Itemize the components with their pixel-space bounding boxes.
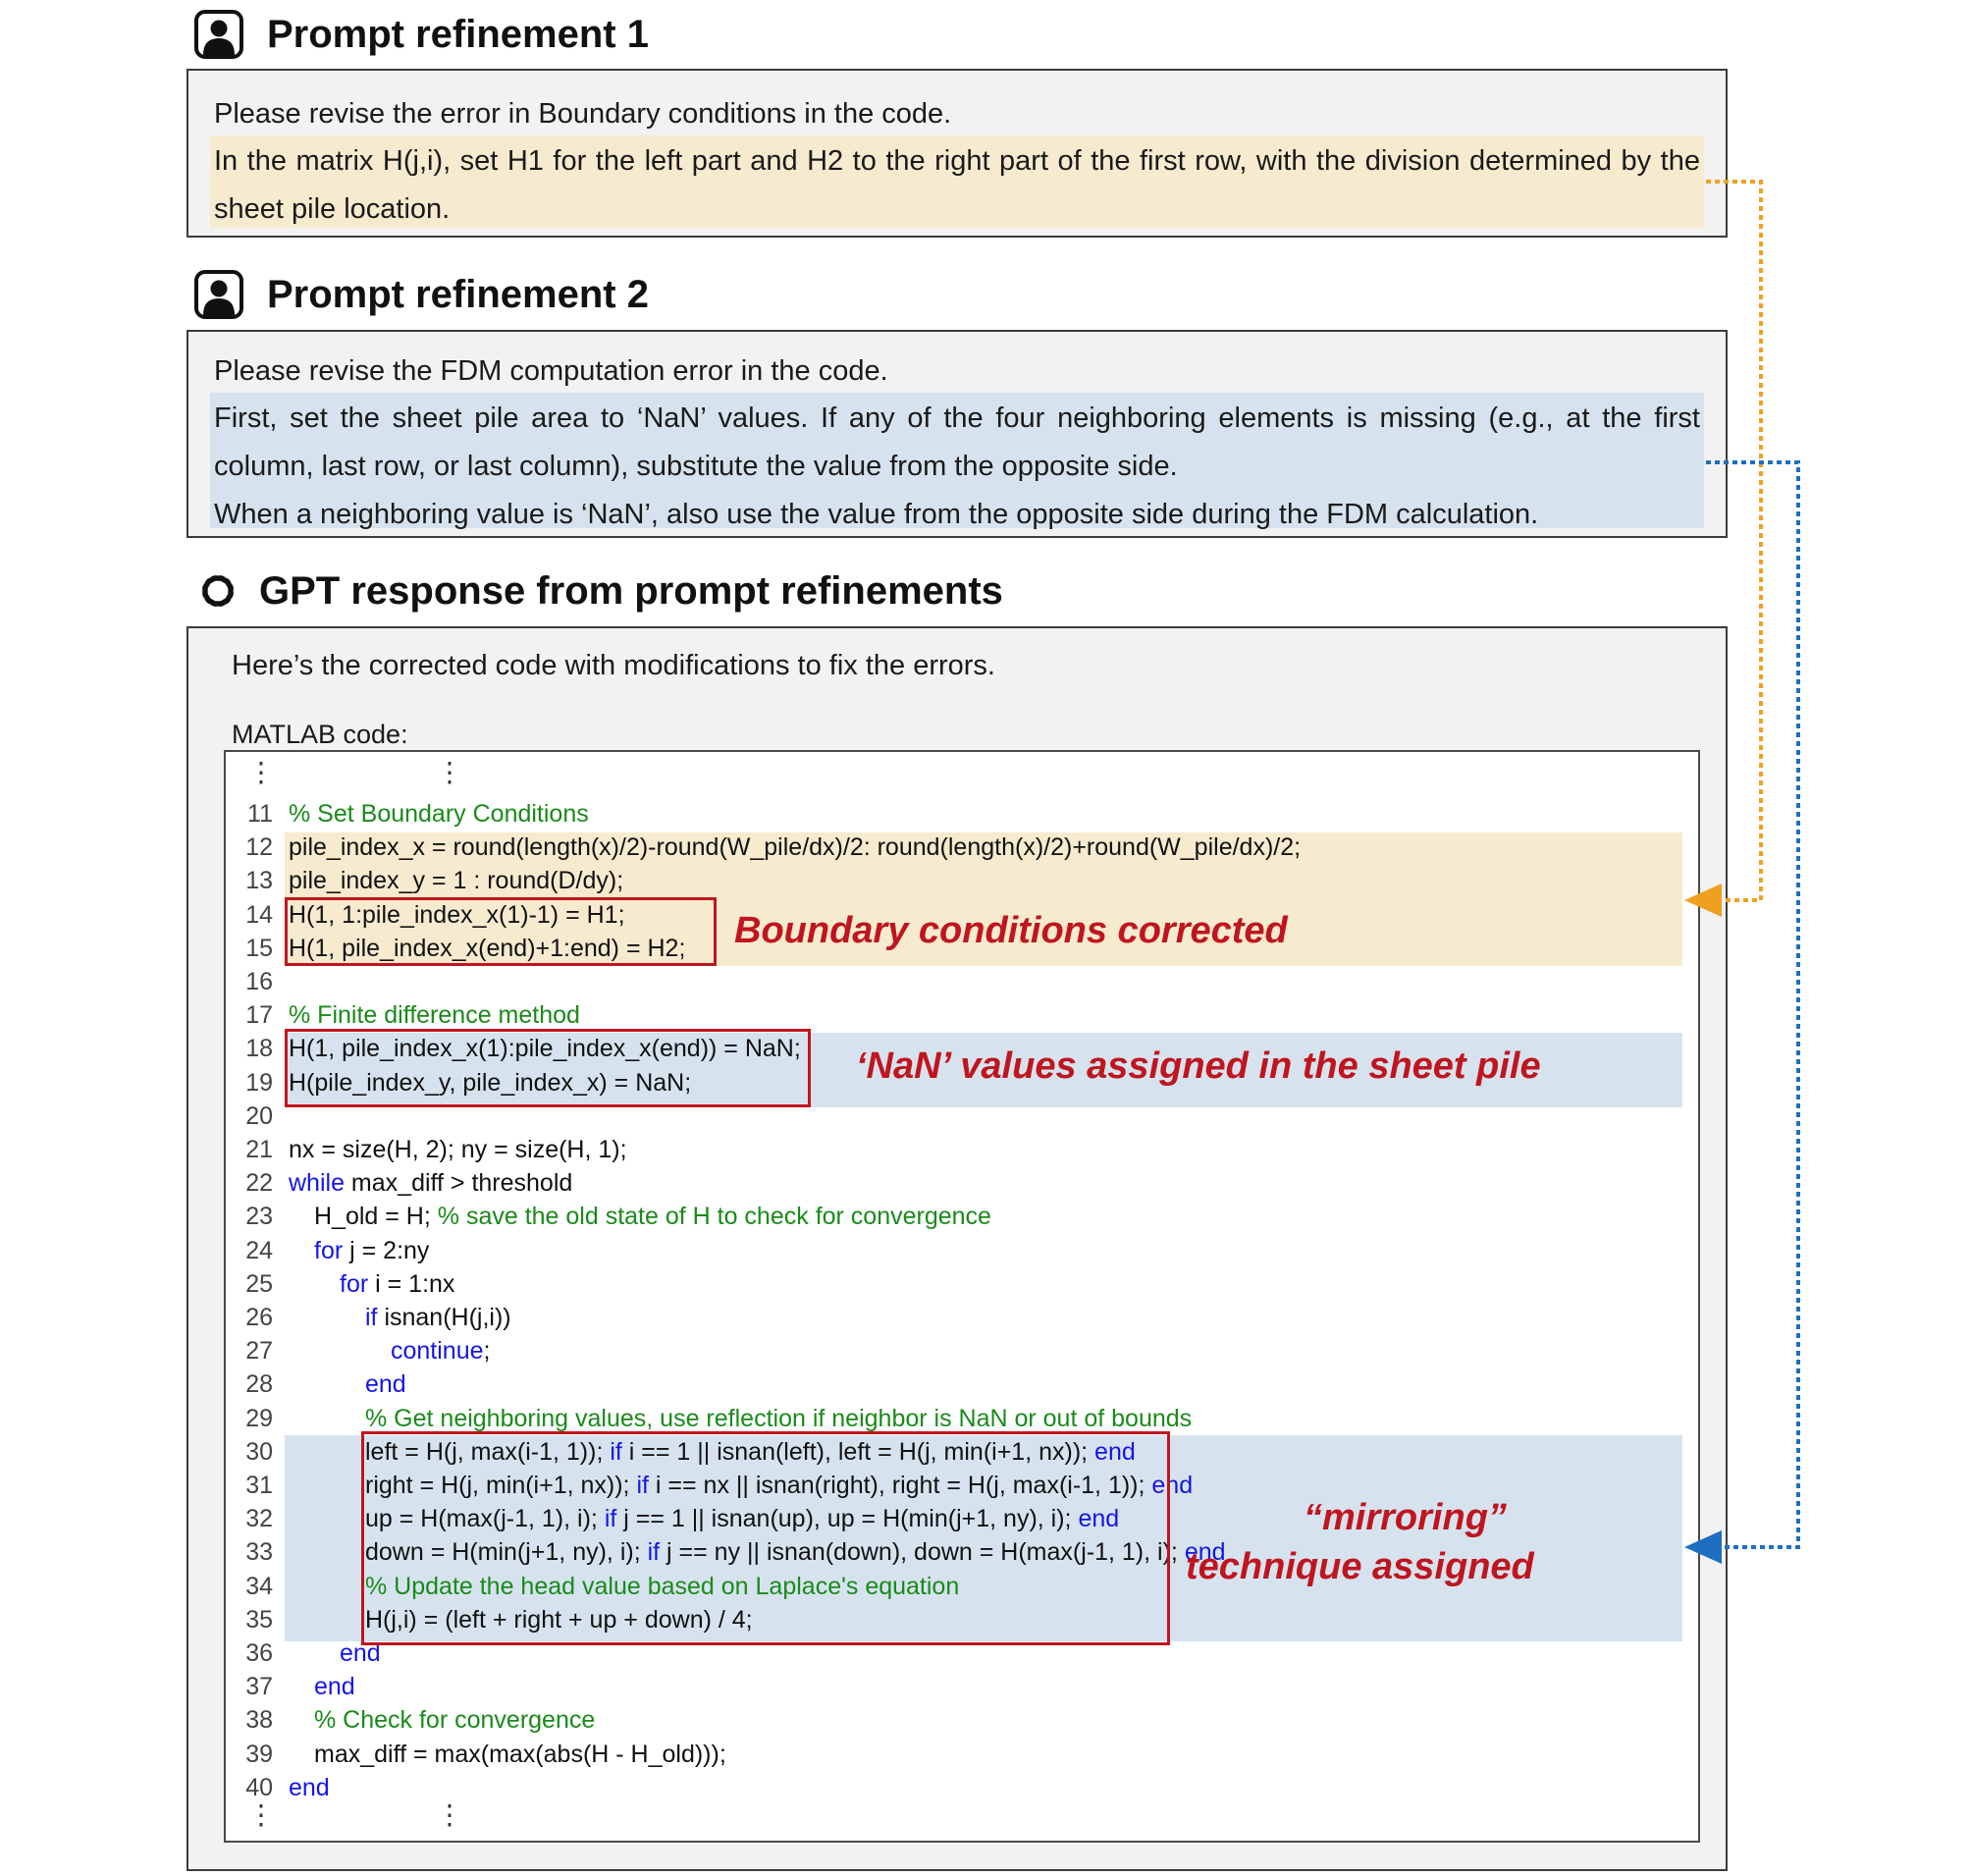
orange-connector xyxy=(1684,180,1763,917)
blue-connector xyxy=(1684,460,1800,1564)
connector-arrows xyxy=(1684,180,1800,1564)
